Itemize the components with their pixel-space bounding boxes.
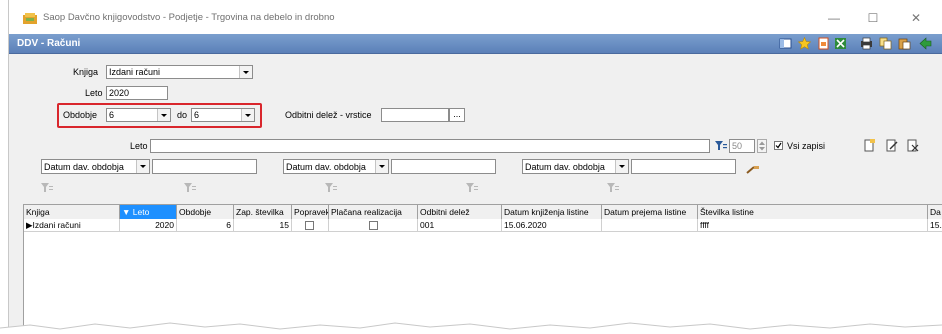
new-record-icon[interactable]: [864, 139, 876, 152]
filter-leto-label: Leto: [130, 141, 148, 151]
date-filter-input-1[interactable]: [152, 159, 257, 174]
column-filter-icon[interactable]: [607, 183, 619, 193]
window-title: Saop Davčno knjigovodstvo - Podjetje - T…: [43, 12, 335, 23]
obdobje-label: Obdobje: [63, 110, 98, 120]
excel-icon[interactable]: [834, 37, 847, 50]
vsi-zapisi-label: Vsi zapisi: [787, 141, 826, 151]
odbitni-input[interactable]: [381, 108, 449, 122]
column-header-leto-label: Leto: [132, 207, 150, 217]
column-header-odbitni-delez[interactable]: Odbitni delež: [418, 205, 502, 219]
vsi-zapisi-checkbox[interactable]: [774, 141, 783, 150]
date-filter-dropdown-2[interactable]: Datum dav. obdobja: [283, 159, 389, 174]
app-logo-icon: [23, 13, 37, 24]
cell-obdobje: 6: [177, 219, 234, 232]
quick-filter-zone: Leto 50 Vsi zapisi Datum dav. obdobja Da…: [9, 135, 942, 200]
exit-icon[interactable]: [919, 37, 932, 50]
new-document-icon[interactable]: [817, 37, 830, 50]
obdobje-select[interactable]: 6: [106, 108, 171, 122]
print-icon[interactable]: [860, 37, 873, 50]
column-filter-icon[interactable]: [41, 183, 53, 193]
cell-placana-realizacija: [329, 219, 418, 232]
spinner-icon[interactable]: [757, 139, 767, 153]
obdobje-value: 6: [109, 110, 115, 120]
module-header: DDV - Računi: [9, 34, 942, 54]
do-label: do: [177, 110, 188, 120]
clear-filter-icon[interactable]: [746, 165, 760, 175]
star-icon[interactable]: [798, 37, 811, 50]
date-filter-dropdown-1-value: Datum dav. obdobja: [44, 162, 124, 172]
cell-da: 15.: [928, 219, 942, 232]
title-bar: Saop Davčno knjigovodstvo - Podjetje - T…: [9, 0, 942, 34]
period-row: Obdobje 6 do 6 Odbitni delež - vrstice .…: [9, 55, 942, 145]
date-filter-dropdown-3-value: Datum dav. obdobja: [525, 162, 605, 172]
maximize-button[interactable]: ☐: [862, 8, 884, 28]
edit-record-icon[interactable]: [886, 139, 898, 152]
date-filter-dropdown-3[interactable]: Datum dav. obdobja: [522, 159, 629, 174]
cell-popravek: [292, 219, 329, 232]
checkmark-icon: [775, 142, 782, 149]
chevron-down-icon[interactable]: [615, 160, 628, 173]
cell-stevilka-listine: ffff: [698, 219, 928, 232]
table-row[interactable]: ▶Izdani računi 2020 6 15 001 15.06.2020 …: [24, 219, 942, 232]
do-select[interactable]: 6: [191, 108, 255, 122]
module-title: DDV - Računi: [17, 38, 81, 49]
copy-icon[interactable]: [879, 37, 892, 50]
column-header-knjiga[interactable]: Knjiga: [24, 205, 120, 219]
columns-icon[interactable]: [779, 37, 792, 50]
sort-desc-icon: ▼: [122, 207, 133, 217]
column-header-stevilka-listine[interactable]: Številka listine: [698, 205, 928, 219]
cell-odbitni-delez: 001: [418, 219, 502, 232]
column-header-datum-prejema[interactable]: Datum prejema listine: [602, 205, 698, 219]
column-filter-icon[interactable]: [325, 183, 337, 193]
column-header-popravek[interactable]: Popravek: [292, 205, 329, 219]
popravek-checkbox[interactable]: [305, 221, 314, 230]
date-filter-dropdown-1[interactable]: Datum dav. obdobja: [41, 159, 150, 174]
date-filter-dropdown-2-value: Datum dav. obdobja: [286, 162, 366, 172]
app-window: Saop Davčno knjigovodstvo - Podjetje - T…: [8, 0, 942, 334]
cell-datum-prejema: [602, 219, 698, 232]
column-header-da[interactable]: Da: [928, 205, 942, 219]
cell-leto: 2020: [120, 219, 177, 232]
data-grid[interactable]: Knjiga ▼ Leto Obdobje Zap. številka Popr…: [23, 204, 942, 334]
column-header-datum-knjizenja[interactable]: Datum knjiženja listine: [502, 205, 602, 219]
close-button[interactable]: ✕: [905, 8, 927, 28]
torn-edge-decoration: [0, 322, 942, 334]
column-header-placana-realizacija[interactable]: Plačana realizacija: [329, 205, 418, 219]
date-filter-input-3[interactable]: [631, 159, 736, 174]
column-header-obdobje[interactable]: Obdobje: [177, 205, 234, 219]
odbitni-browse-button[interactable]: ...: [449, 108, 465, 122]
filter-leto-input[interactable]: [150, 139, 710, 153]
column-header-zap-stevilka[interactable]: Zap. številka: [234, 205, 292, 219]
chevron-down-icon[interactable]: [375, 160, 388, 173]
minimize-button[interactable]: —: [823, 8, 845, 28]
date-filter-input-2[interactable]: [391, 159, 496, 174]
record-limit-input[interactable]: 50: [729, 139, 755, 153]
filter-funnel-icon[interactable]: [715, 141, 727, 151]
chevron-down-icon[interactable]: [136, 160, 149, 173]
chevron-down-icon[interactable]: [241, 109, 254, 121]
cell-knjiga: ▶Izdani računi: [24, 219, 120, 232]
chevron-down-icon[interactable]: [157, 109, 170, 121]
column-filter-icon[interactable]: [466, 183, 478, 193]
paste-icon[interactable]: [898, 37, 911, 50]
cell-knjiga-value: Izdani računi: [32, 220, 81, 230]
cell-datum-knjizenja: 15.06.2020: [502, 219, 602, 232]
grid-header: Knjiga ▼ Leto Obdobje Zap. številka Popr…: [24, 205, 942, 219]
odbitni-label: Odbitni delež - vrstice: [285, 110, 372, 120]
placana-realizacija-checkbox[interactable]: [369, 221, 378, 230]
column-filter-icon[interactable]: [184, 183, 196, 193]
cell-zap-stevilka: 15: [234, 219, 292, 232]
column-header-leto[interactable]: ▼ Leto: [120, 205, 177, 219]
delete-record-icon[interactable]: [907, 139, 919, 152]
do-value: 6: [194, 110, 200, 120]
